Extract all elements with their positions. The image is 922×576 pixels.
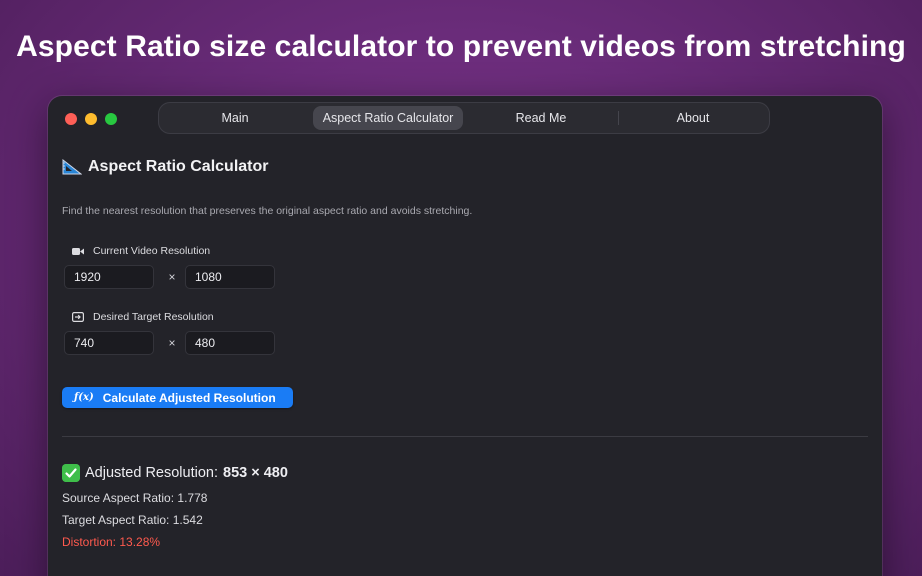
app-window: Main Aspect Ratio Calculator Read Me Abo… — [48, 96, 882, 576]
calculate-button-label: Calculate Adjusted Resolution — [102, 390, 276, 405]
current-resolution-label-text: Current Video Resolution — [93, 245, 211, 257]
target-height-input[interactable]: 480 — [185, 331, 275, 355]
tab-about[interactable]: About — [620, 106, 766, 130]
page-header: Aspect Ratio Calculator — [62, 156, 268, 178]
target-resolution-label: Desired Target Resolution — [72, 311, 214, 323]
check-mark-icon — [62, 464, 80, 482]
tab-aspect-ratio-calculator[interactable]: Aspect Ratio Calculator — [313, 106, 463, 130]
distortion-value: Distortion: 13.28% — [62, 535, 161, 549]
current-resolution-label: Current Video Resolution — [72, 245, 210, 257]
divider — [62, 436, 868, 437]
minimize-window-button[interactable] — [85, 113, 97, 125]
adjusted-resolution-value: 853 × 480 — [223, 465, 288, 481]
current-height-input[interactable]: 1080 — [185, 265, 275, 289]
target-width-input[interactable]: 740 — [64, 331, 154, 355]
close-window-button[interactable] — [65, 113, 77, 125]
adjusted-resolution-result: Adjusted Resolution: 853 × 480 — [62, 464, 288, 482]
function-icon: ƒ(x) — [74, 392, 94, 403]
tab-main[interactable]: Main — [162, 106, 308, 130]
times-symbol: × — [168, 270, 176, 284]
times-symbol: × — [168, 336, 176, 350]
source-aspect-ratio: Source Aspect Ratio: 1.778 — [62, 491, 208, 505]
triangular-ruler-icon — [62, 159, 82, 175]
page-description: Find the nearest resolution that preserv… — [62, 205, 473, 217]
current-width-input[interactable]: 1920 — [64, 265, 154, 289]
tab-read-me[interactable]: Read Me — [467, 106, 615, 130]
tab-bar: Main Aspect Ratio Calculator Read Me Abo… — [158, 102, 770, 134]
video-camera-icon — [72, 247, 84, 255]
calculate-adjusted-resolution-button[interactable]: ƒ(x) Calculate Adjusted Resolution — [62, 387, 293, 408]
adjusted-resolution-label: Adjusted Resolution: — [85, 465, 218, 481]
headline: Aspect Ratio size calculator to prevent … — [16, 30, 906, 63]
zoom-window-button[interactable] — [105, 113, 117, 125]
tab-separator — [618, 111, 619, 125]
target-aspect-ratio: Target Aspect Ratio: 1.542 — [62, 513, 203, 527]
page-title: Aspect Ratio Calculator — [88, 158, 269, 175]
display-arrow-icon — [72, 312, 84, 322]
target-resolution-label-text: Desired Target Resolution — [93, 311, 214, 323]
